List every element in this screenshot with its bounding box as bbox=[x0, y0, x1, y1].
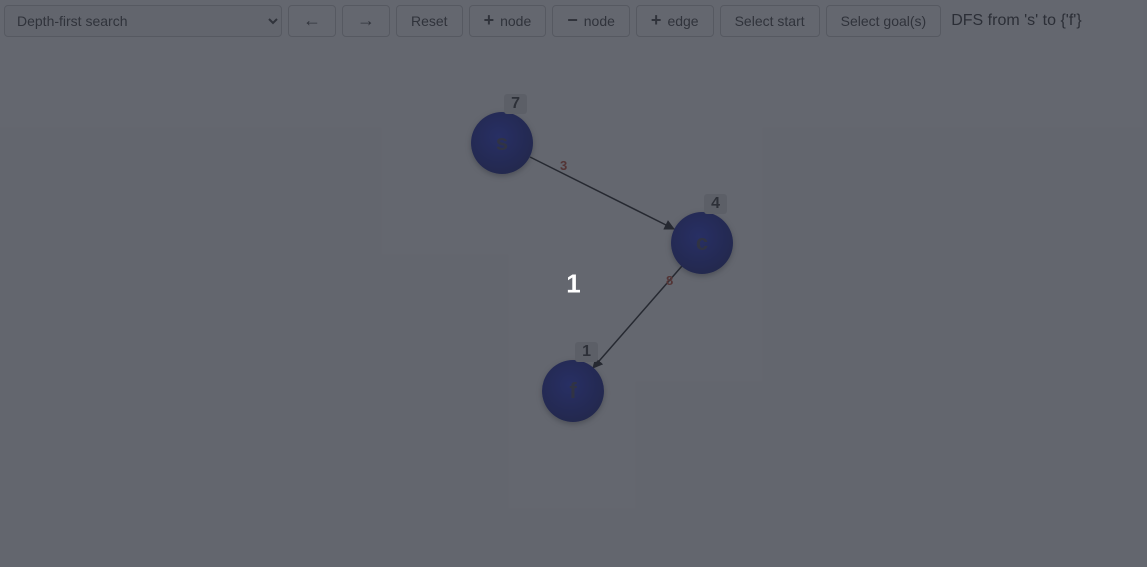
select-goal-label: Select goal(s) bbox=[841, 13, 927, 29]
overlay-step-counter: 1 bbox=[566, 268, 580, 299]
toolbar: Depth-first search ← → Reset +node −node… bbox=[0, 0, 1147, 38]
node-c[interactable]: 4 c bbox=[671, 212, 733, 274]
node-f[interactable]: 1 f bbox=[542, 360, 604, 422]
node-s-heuristic: 7 bbox=[504, 94, 527, 114]
remove-node-button[interactable]: −node bbox=[552, 5, 630, 37]
remove-node-label: node bbox=[584, 13, 615, 29]
add-edge-label: edge bbox=[667, 13, 698, 29]
arrow-right-icon: → bbox=[357, 11, 375, 29]
select-start-label: Select start bbox=[735, 13, 805, 29]
edge-weight-c-f: 8 bbox=[666, 273, 673, 288]
add-node-label: node bbox=[500, 13, 531, 29]
node-f-heuristic: 1 bbox=[575, 342, 598, 362]
node-c-label: c bbox=[696, 230, 708, 256]
node-f-label: f bbox=[569, 378, 576, 404]
select-start-button[interactable]: Select start bbox=[720, 5, 820, 37]
arrow-left-icon: ← bbox=[303, 11, 321, 29]
reset-label: Reset bbox=[411, 13, 448, 29]
add-edge-button[interactable]: + edge bbox=[636, 5, 714, 37]
step-back-button[interactable]: ← bbox=[288, 5, 336, 37]
edge-s-c[interactable] bbox=[530, 157, 674, 229]
node-s-label: s bbox=[496, 130, 508, 156]
node-c-heuristic: 4 bbox=[704, 194, 727, 214]
plus-icon: + bbox=[484, 11, 495, 29]
edge-weight-s-c: 3 bbox=[560, 158, 567, 173]
minus-icon: − bbox=[567, 11, 578, 29]
algorithm-select[interactable]: Depth-first search bbox=[4, 5, 282, 37]
add-node-button[interactable]: + node bbox=[469, 5, 547, 37]
status-text: DFS from 's' to {'f'} bbox=[951, 12, 1081, 30]
node-s[interactable]: 7 s bbox=[471, 112, 533, 174]
step-forward-button[interactable]: → bbox=[342, 5, 390, 37]
plus-icon: + bbox=[651, 11, 662, 29]
select-goal-button[interactable]: Select goal(s) bbox=[826, 5, 942, 37]
reset-button[interactable]: Reset bbox=[396, 5, 463, 37]
